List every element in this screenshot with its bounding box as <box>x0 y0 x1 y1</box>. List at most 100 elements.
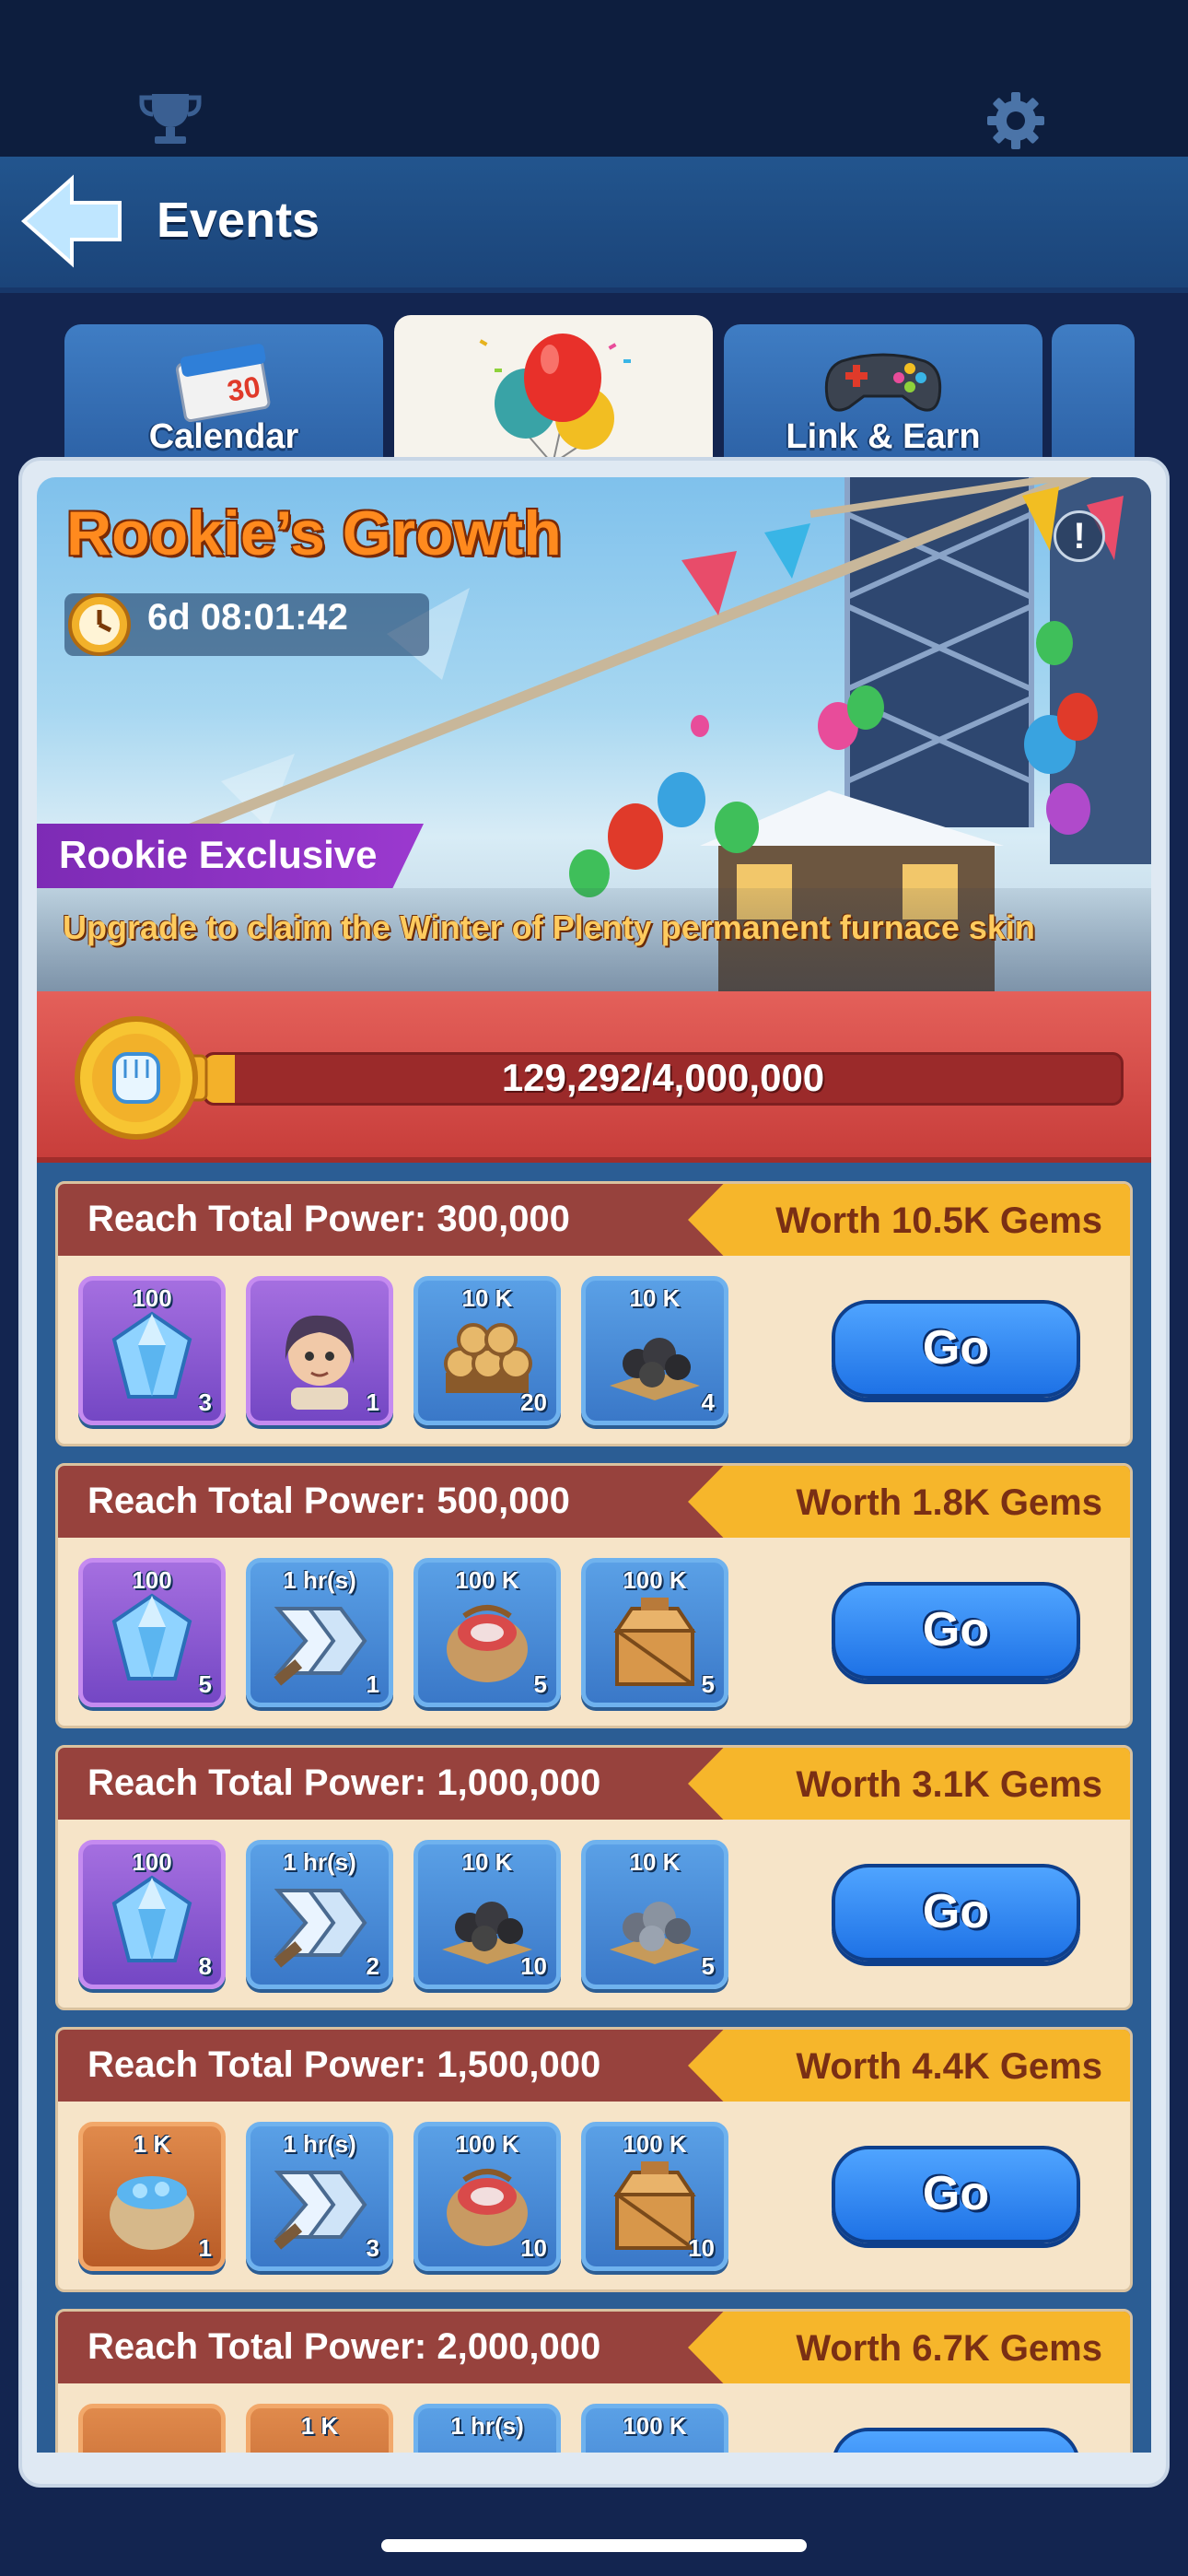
item-amount: 1 hr(s) <box>283 2130 356 2158</box>
item-count: 4 <box>701 1388 715 1416</box>
calendar-icon: 30 <box>175 344 271 423</box>
worth-label: Worth 1.8K Gems <box>796 1482 1102 1523</box>
reward-item[interactable]: 100 3 <box>78 1276 226 1425</box>
worth-label: Worth 3.1K Gems <box>796 1764 1102 1805</box>
reward-item[interactable]: 1 hr(s) 2 <box>246 1840 393 1989</box>
item-amount: 1 hr(s) <box>450 2412 524 2440</box>
reward-card: Reach Total Power: 1,000,000 Worth 3.1K G… <box>55 1745 1133 2010</box>
power-fist-icon <box>75 1016 208 1140</box>
item-count: 5 <box>198 1670 212 1698</box>
milestone-title: Reach Total Power: 1,000,000 <box>87 1762 601 1803</box>
gear-icon[interactable] <box>984 88 1048 153</box>
gem-icon <box>111 1593 192 1680</box>
item-count: 1 <box>366 1388 379 1416</box>
reward-item[interactable]: 100 K 10 <box>413 2122 561 2271</box>
reward-card: Reach Total Power: 1,500,000 Worth 4.4K G… <box>55 2027 1133 2292</box>
tab-calendar-label: Calendar <box>148 417 299 456</box>
gem-icon <box>111 1311 192 1399</box>
event-title: Rookie’s Growth <box>66 498 562 568</box>
reward-item[interactable]: 1 K 1 <box>78 2122 226 2271</box>
iron-ore-icon <box>610 1902 700 1964</box>
go-button[interactable]: Go <box>832 1582 1080 1680</box>
item-count: 3 <box>366 2234 379 2262</box>
event-timer: 6d 08:01:42 <box>147 597 348 638</box>
milestone-title: Reach Total Power: 1,500,000 <box>87 2044 601 2085</box>
reward-card: Reach Total Power: 2,000,000 Worth 6.7K G… <box>55 2309 1133 2453</box>
reward-item[interactable]: 100 K 5 <box>581 1558 728 1707</box>
item-amount: 10 K <box>461 1284 513 1312</box>
silver-sack-icon <box>101 2436 203 2453</box>
reward-list[interactable]: Reach Total Power: 300,000 Worth 10.5K Ge… <box>37 1163 1151 2453</box>
reward-item[interactable]: 1 <box>246 1276 393 1425</box>
item-count: 5 <box>533 1670 547 1698</box>
reward-item[interactable]: 100 5 <box>78 1558 226 1707</box>
tab-link-and-earn[interactable]: Link & Earn <box>724 324 1042 463</box>
reward-card: Reach Total Power: 500,000 Worth 1.8K Gem… <box>55 1463 1133 1728</box>
gem-icon <box>111 1875 192 1962</box>
reward-item[interactable]: 10 K 20 <box>413 1276 561 1425</box>
go-button[interactable]: Go <box>832 2428 1080 2453</box>
item-amount: 1 K <box>133 2130 171 2158</box>
go-button[interactable]: Go <box>832 1864 1080 1961</box>
item-amount: 10 K <box>629 1284 681 1312</box>
tab-calendar[interactable]: 30 Calendar <box>64 324 383 463</box>
reward-item[interactable]: 1 K <box>246 2404 393 2453</box>
worth-label: Worth 6.7K Gems <box>796 2328 1102 2369</box>
speedup-icon <box>274 1607 367 1686</box>
milestone-title: Reach Total Power: 2,000,000 <box>87 2326 601 2367</box>
home-indicator[interactable] <box>381 2539 807 2552</box>
event-banner: Rookie’s Growth 6d 08:01:42 ! Rookie Exc… <box>37 477 1151 991</box>
status-bar <box>0 0 1188 157</box>
reward-item[interactable]: 1 hr(s) 3 <box>246 2122 393 2271</box>
balloons-icon <box>479 334 631 461</box>
reward-item[interactable]: 100 8 <box>78 1840 226 1989</box>
item-count: 8 <box>198 1952 212 1980</box>
go-button[interactable]: Go <box>832 1300 1080 1398</box>
progress-text: 129,292/4,000,000 <box>501 1056 825 1099</box>
coal-icon <box>610 1338 700 1400</box>
item-amount: 100 <box>132 1848 172 1876</box>
item-amount: 100 K <box>455 2130 519 2158</box>
event-description: Upgrade to claim the Winter of Plenty pe… <box>63 908 1035 946</box>
info-button[interactable]: ! <box>1054 510 1105 562</box>
item-count: 5 <box>701 1952 715 1980</box>
item-amount: 100 K <box>455 1566 519 1594</box>
go-button[interactable]: Go <box>832 2146 1080 2243</box>
trophy-icon[interactable] <box>138 90 203 147</box>
reward-item[interactable]: 10 K 4 <box>581 1276 728 1425</box>
meat-icon <box>447 1605 528 1682</box>
reward-item[interactable] <box>78 2404 226 2453</box>
speedup-icon <box>274 2171 367 2250</box>
tab-rookies-growth[interactable] <box>394 315 713 463</box>
reward-item[interactable]: 1 hr(s) <box>413 2404 561 2453</box>
header: Events <box>0 157 1188 293</box>
reward-item[interactable]: 100 K <box>581 2404 728 2453</box>
item-count: 5 <box>701 1670 715 1698</box>
reward-item[interactable]: 10 K 10 <box>413 1840 561 1989</box>
item-count: 3 <box>198 1388 212 1416</box>
speedup-icon <box>274 1889 367 1968</box>
item-amount: 1 hr(s) <box>283 1566 356 1594</box>
reward-item[interactable]: 1 hr(s) 1 <box>246 1558 393 1707</box>
item-amount: 100 <box>132 1566 172 1594</box>
milestone-title: Reach Total Power: 300,000 <box>87 1199 570 1239</box>
tab-more[interactable] <box>1052 324 1135 463</box>
item-count: 2 <box>366 1952 379 1980</box>
item-count: 10 <box>520 2234 547 2262</box>
item-amount: 10 K <box>461 1848 513 1876</box>
worth-label: Worth 4.4K Gems <box>796 2046 1102 2087</box>
item-amount: 1 K <box>300 2412 339 2440</box>
exclusive-label: Rookie Exclusive <box>59 833 378 876</box>
reward-item[interactable]: 100 K 5 <box>413 1558 561 1707</box>
item-count: 10 <box>688 2234 715 2262</box>
reward-item[interactable]: 10 K 5 <box>581 1840 728 1989</box>
gamepad-icon <box>824 353 942 412</box>
back-arrow-icon[interactable] <box>17 173 125 269</box>
reward-item[interactable]: 100 K 10 <box>581 2122 728 2271</box>
item-amount: 100 K <box>623 2412 687 2440</box>
page-title: Events <box>157 193 320 248</box>
reward-card: Reach Total Power: 300,000 Worth 10.5K Ge… <box>55 1181 1133 1446</box>
power-progress: 129,292/4,000,000 <box>37 991 1151 1163</box>
gem-sack-icon <box>110 2176 194 2250</box>
item-amount: 100 <box>132 1284 172 1312</box>
